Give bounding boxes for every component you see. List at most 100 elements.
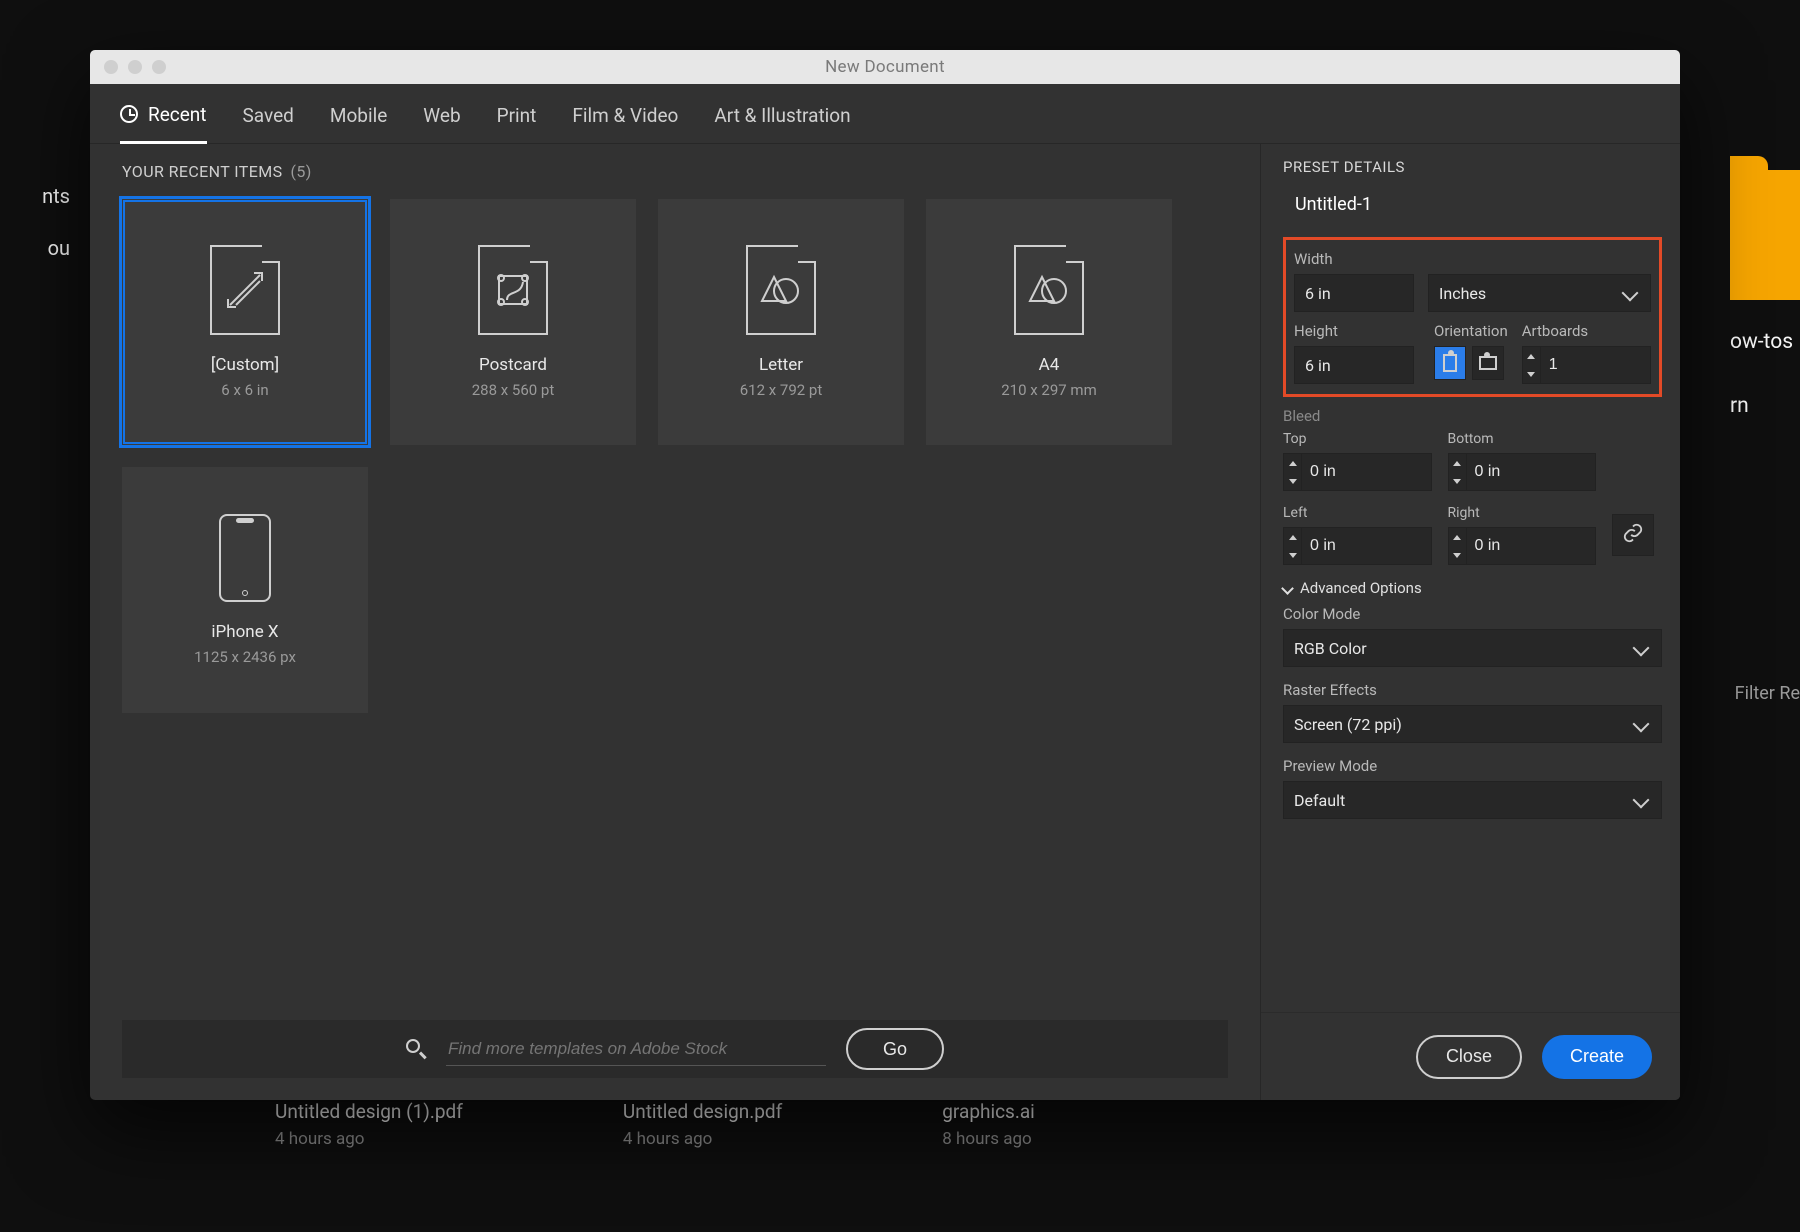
portrait-icon bbox=[1443, 354, 1457, 372]
recent-count: (5) bbox=[290, 162, 311, 181]
bleed-top-value[interactable] bbox=[1302, 454, 1360, 490]
bleed-bottom-stepper[interactable] bbox=[1448, 453, 1597, 491]
color-mode-label: Color Mode bbox=[1283, 605, 1662, 623]
preview-label: Preview Mode bbox=[1283, 757, 1662, 775]
preset-card-letter[interactable]: Letter 612 x 792 pt bbox=[658, 199, 904, 445]
orientation-portrait[interactable] bbox=[1434, 346, 1466, 380]
stepper-up-icon[interactable] bbox=[1449, 454, 1466, 472]
stepper-up-icon[interactable] bbox=[1284, 528, 1301, 546]
backdrop-right: ow-tos rn bbox=[1730, 310, 1800, 438]
artboards-label: Artboards bbox=[1522, 322, 1651, 340]
bleed-right-value[interactable] bbox=[1467, 528, 1525, 564]
category-tabs: Recent Saved Mobile Web Print Film & Vid… bbox=[90, 84, 1680, 144]
raster-effects-select[interactable]: Screen (72 ppi) bbox=[1283, 705, 1662, 743]
stepper-down-icon[interactable] bbox=[1284, 472, 1301, 490]
preset-cards: [Custom] 6 x 6 in Postcard 288 bbox=[122, 199, 1228, 713]
size-highlight-box: Width 6 in Inches Height 6 in bbox=[1283, 237, 1662, 397]
go-button[interactable]: Go bbox=[846, 1028, 944, 1070]
artboards-stepper[interactable] bbox=[1522, 346, 1651, 384]
tab-recent[interactable]: Recent bbox=[120, 84, 207, 144]
card-name: Postcard bbox=[479, 355, 547, 375]
recent-heading: YOUR RECENT ITEMS (5) bbox=[122, 162, 1228, 181]
advanced-label: Advanced Options bbox=[1300, 579, 1422, 597]
bk-right-0: ow-tos bbox=[1730, 310, 1800, 374]
bk-file-0-name: Untitled design (1).pdf bbox=[275, 1100, 463, 1123]
card-name: iPhone X bbox=[211, 622, 278, 642]
bleed-top-stepper[interactable] bbox=[1283, 453, 1432, 491]
link-bleed-button[interactable] bbox=[1612, 514, 1654, 556]
tab-recent-label: Recent bbox=[148, 103, 207, 126]
stepper-down-icon[interactable] bbox=[1284, 546, 1301, 564]
card-sub: 288 x 560 pt bbox=[472, 381, 555, 399]
tab-film-video[interactable]: Film & Video bbox=[572, 84, 678, 144]
advanced-options-toggle[interactable]: Advanced Options bbox=[1283, 579, 1662, 597]
color-mode-value: RGB Color bbox=[1294, 639, 1367, 658]
bleed-left-value[interactable] bbox=[1302, 528, 1360, 564]
bleed-top-label: Top bbox=[1283, 431, 1432, 447]
width-input[interactable]: 6 in bbox=[1294, 274, 1414, 312]
chevron-down-icon bbox=[1633, 716, 1650, 733]
card-sub: 612 x 792 pt bbox=[740, 381, 823, 399]
bleed-left-label: Left bbox=[1283, 505, 1432, 521]
orientation-landscape[interactable] bbox=[1472, 346, 1504, 380]
clock-icon bbox=[120, 105, 138, 123]
bleed-right-stepper[interactable] bbox=[1448, 527, 1597, 565]
search-icon bbox=[406, 1039, 426, 1059]
units-select[interactable]: Inches bbox=[1428, 274, 1651, 312]
color-mode-select[interactable]: RGB Color bbox=[1283, 629, 1662, 667]
bk-right-1: rn bbox=[1730, 374, 1800, 438]
raster-label: Raster Effects bbox=[1283, 681, 1662, 699]
document-icon bbox=[478, 245, 548, 335]
new-document-dialog: New Document Recent Saved Mobile Web Pri… bbox=[90, 50, 1680, 1100]
bleed-bottom-value[interactable] bbox=[1467, 454, 1525, 490]
units-value: Inches bbox=[1439, 284, 1486, 303]
backdrop-recent-row: Untitled design (1).pdf 4 hours ago Unti… bbox=[275, 1100, 1035, 1149]
preset-card-postcard[interactable]: Postcard 288 x 560 pt bbox=[390, 199, 636, 445]
backdrop-folder-icon bbox=[1730, 170, 1800, 300]
preset-card-iphone-x[interactable]: iPhone X 1125 x 2436 px bbox=[122, 467, 368, 713]
tab-art-illustration[interactable]: Art & Illustration bbox=[714, 84, 850, 144]
preview-mode-select[interactable]: Default bbox=[1283, 781, 1662, 819]
stepper-up-icon[interactable] bbox=[1284, 454, 1301, 472]
preset-card-custom[interactable]: [Custom] 6 x 6 in bbox=[122, 199, 368, 445]
tab-mobile[interactable]: Mobile bbox=[330, 84, 387, 144]
document-icon bbox=[746, 245, 816, 335]
bleed-label: Bleed bbox=[1283, 407, 1662, 425]
tab-saved[interactable]: Saved bbox=[243, 84, 294, 144]
stock-search-input[interactable] bbox=[446, 1033, 826, 1066]
presets-pane: YOUR RECENT ITEMS (5) [Custom] 6 x 6 in bbox=[90, 144, 1260, 1100]
stepper-down-icon[interactable] bbox=[1449, 472, 1466, 490]
document-name-field[interactable]: Untitled-1 bbox=[1291, 194, 1662, 221]
artboards-value[interactable] bbox=[1541, 347, 1613, 383]
orientation-label: Orientation bbox=[1434, 322, 1508, 340]
stepper-up-icon[interactable] bbox=[1523, 347, 1540, 365]
adobe-stock-bar: Go bbox=[122, 1020, 1228, 1078]
bleed-left-stepper[interactable] bbox=[1283, 527, 1432, 565]
document-icon bbox=[210, 245, 280, 335]
card-name: A4 bbox=[1039, 355, 1060, 375]
dialog-title: New Document bbox=[90, 57, 1680, 77]
stepper-down-icon[interactable] bbox=[1523, 365, 1540, 383]
chevron-down-icon bbox=[1633, 792, 1650, 809]
stepper-up-icon[interactable] bbox=[1449, 528, 1466, 546]
backdrop-filter-label: Filter Re bbox=[1735, 683, 1800, 704]
close-button[interactable]: Close bbox=[1416, 1035, 1522, 1079]
bleed-bottom-label: Bottom bbox=[1448, 431, 1597, 447]
stepper-down-icon[interactable] bbox=[1449, 546, 1466, 564]
height-input[interactable]: 6 in bbox=[1294, 346, 1414, 384]
tab-web[interactable]: Web bbox=[423, 84, 460, 144]
card-name: Letter bbox=[759, 355, 803, 375]
create-button[interactable]: Create bbox=[1542, 1035, 1652, 1079]
bk-left-0: nts bbox=[0, 170, 70, 222]
chevron-down-icon bbox=[1281, 582, 1294, 595]
card-name: [Custom] bbox=[211, 355, 279, 375]
link-icon bbox=[1622, 522, 1644, 548]
preset-details-title: PRESET DETAILS bbox=[1283, 158, 1662, 176]
preset-card-a4[interactable]: A4 210 x 297 mm bbox=[926, 199, 1172, 445]
dialog-footer: Close Create bbox=[1261, 1012, 1680, 1100]
bleed-right-label: Right bbox=[1448, 505, 1597, 521]
bk-file-2-time: 8 hours ago bbox=[942, 1123, 1035, 1149]
card-sub: 6 x 6 in bbox=[221, 381, 268, 399]
chevron-down-icon bbox=[1633, 640, 1650, 657]
tab-print[interactable]: Print bbox=[497, 84, 537, 144]
